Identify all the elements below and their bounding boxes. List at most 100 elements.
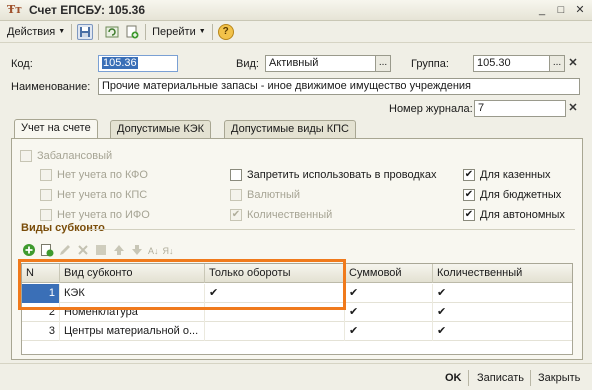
column-header-turnover-only[interactable]: Только обороты xyxy=(205,264,345,283)
toolbar-divider xyxy=(145,23,147,40)
window-controls: _ □ ✕ xyxy=(534,3,588,17)
end-edit-icon[interactable] xyxy=(94,243,108,260)
kind-label: Вид: xyxy=(236,58,259,70)
footer-bar: OK Записать Закрыть xyxy=(0,363,592,390)
subconto-kind-cell[interactable]: Центры материальной о... xyxy=(60,322,205,341)
checkbox-no-kfo[interactable]: Нет учета по КФО xyxy=(40,169,148,181)
group-clear-button[interactable]: ✕ xyxy=(566,55,580,72)
check-icon[interactable]: ✔ xyxy=(345,322,433,341)
subconto-kind-cell[interactable]: Номенклатура xyxy=(60,303,205,322)
journal-clear-button[interactable]: ✕ xyxy=(566,100,580,117)
footer-divider xyxy=(468,370,469,386)
copy-new-icon[interactable] xyxy=(124,24,140,40)
column-header-sum[interactable]: Суммовой xyxy=(345,264,433,283)
column-header-subconto-kind[interactable]: Вид субконто xyxy=(60,264,205,283)
close-window-button[interactable]: ✕ xyxy=(572,3,588,17)
subconto-section-title: Виды субконто xyxy=(21,222,105,234)
code-label: Код: xyxy=(11,58,33,70)
checkbox-label: Нет учета по ИФО xyxy=(57,209,150,221)
code-field[interactable]: 105.36 xyxy=(98,55,178,72)
save-close-icon[interactable] xyxy=(77,23,94,40)
toolbar-divider xyxy=(98,23,100,40)
journal-field[interactable]: 7 xyxy=(474,100,566,117)
toolbar-divider xyxy=(211,23,213,40)
checkbox-currency[interactable]: Валютный xyxy=(230,189,300,201)
grid-toolbar: A↓ Я↓ xyxy=(22,242,174,260)
check-icon[interactable]: ✔ xyxy=(345,284,433,303)
group-select-button[interactable]: ... xyxy=(549,55,565,72)
delete-row-icon[interactable] xyxy=(76,243,90,260)
check-icon[interactable]: ✔ xyxy=(433,284,572,303)
row-number: 2 xyxy=(22,303,60,322)
copy-row-icon[interactable] xyxy=(40,243,54,260)
toolbar-divider xyxy=(71,23,73,40)
code-value: 105.36 xyxy=(102,57,138,69)
save-button[interactable]: Записать xyxy=(477,371,524,385)
row-number: 3 xyxy=(22,322,60,341)
check-icon[interactable] xyxy=(205,303,345,322)
subconto-table[interactable]: N Вид субконто Только обороты Суммовой К… xyxy=(21,263,573,355)
name-field[interactable]: Прочие материальные запасы - иное движим… xyxy=(98,78,580,95)
tab-account-accounting[interactable]: Учет на счете xyxy=(14,119,98,139)
checkbox-forbid-postings[interactable]: Запретить использовать в проводках xyxy=(230,169,436,181)
check-icon[interactable]: ✔ xyxy=(433,303,572,322)
checkbox-budget[interactable]: ✔ Для бюджетных xyxy=(463,189,561,201)
sort-descending-icon[interactable]: Я↓ xyxy=(163,246,174,256)
check-icon[interactable]: ✔ xyxy=(345,303,433,322)
table-header: N Вид субконто Только обороты Суммовой К… xyxy=(22,264,572,283)
actions-menu[interactable]: Действия ▼ xyxy=(4,23,68,41)
checkbox-label: Для бюджетных xyxy=(480,189,562,201)
checkbox-no-kps[interactable]: Нет учета по КПС xyxy=(40,189,147,201)
checkbox-label: Для казенных xyxy=(480,169,551,181)
help-icon[interactable]: ? xyxy=(217,23,234,40)
tab-allowed-kps[interactable]: Допустимые виды КПС xyxy=(224,120,356,139)
checkbox-label: Нет учета по КПС xyxy=(57,189,148,201)
check-icon: ✔ xyxy=(463,209,475,221)
check-icon[interactable]: ✔ xyxy=(433,322,572,341)
check-icon: ✔ xyxy=(463,189,475,201)
chevron-down-icon: ▼ xyxy=(198,28,206,35)
subconto-kind-cell[interactable]: КЭК xyxy=(60,284,205,303)
checkbox-box xyxy=(230,169,242,181)
table-row[interactable]: 1 КЭК ✔ ✔ ✔ xyxy=(22,284,572,303)
move-up-icon[interactable] xyxy=(112,243,126,260)
close-button[interactable]: Закрыть xyxy=(538,371,580,385)
checkbox-label: Валютный xyxy=(247,189,301,201)
minimize-button[interactable]: _ xyxy=(534,3,550,17)
checkbox-off-balance[interactable]: Забалансовый xyxy=(20,150,112,162)
ok-button[interactable]: OK xyxy=(445,371,462,385)
kind-field[interactable]: Активный xyxy=(265,55,376,72)
checkbox-autonomous[interactable]: ✔ Для автономных xyxy=(463,209,565,221)
tab-allowed-kek[interactable]: Допустимые КЭК xyxy=(110,120,212,139)
edit-row-icon[interactable] xyxy=(58,243,72,260)
maximize-button[interactable]: □ xyxy=(553,3,569,17)
sort-ascending-icon[interactable]: A↓ xyxy=(148,246,159,256)
goto-label: Перейти xyxy=(152,25,196,38)
window-title: Счет ЕПСБУ: 105.36 xyxy=(29,3,146,17)
checkbox-label: Для автономных xyxy=(480,209,565,221)
goto-menu[interactable]: Перейти ▼ xyxy=(149,23,209,41)
column-header-n[interactable]: N xyxy=(22,264,60,283)
checkbox-no-ifo[interactable]: Нет учета по ИФО xyxy=(40,209,150,221)
actions-label: Действия xyxy=(7,25,56,38)
checkbox-quantity[interactable]: ✔ Количественный xyxy=(230,209,332,221)
check-icon: ✔ xyxy=(463,169,475,181)
journal-label: Номер журнала: xyxy=(389,103,473,115)
group-field[interactable]: 105.30 xyxy=(473,55,550,72)
checkbox-label: Запретить использовать в проводках xyxy=(247,169,437,181)
kind-select-button[interactable]: ... xyxy=(375,55,391,72)
table-row[interactable]: 3 Центры материальной о... ✔ ✔ xyxy=(22,322,572,341)
row-number: 1 xyxy=(22,284,60,303)
checkbox-box xyxy=(40,169,52,181)
checkbox-treasury[interactable]: ✔ Для казенных xyxy=(463,169,551,181)
group-label: Группа: xyxy=(411,58,449,70)
checkbox-box xyxy=(40,189,52,201)
column-header-quantity[interactable]: Количественный xyxy=(433,264,572,283)
refresh-icon[interactable] xyxy=(104,24,120,40)
check-icon[interactable] xyxy=(205,322,345,341)
add-row-icon[interactable] xyxy=(22,243,36,260)
table-row[interactable]: 2 Номенклатура ✔ ✔ xyxy=(22,303,572,322)
move-down-icon[interactable] xyxy=(130,243,144,260)
check-icon[interactable]: ✔ xyxy=(205,284,345,303)
chevron-down-icon: ▼ xyxy=(58,28,66,35)
